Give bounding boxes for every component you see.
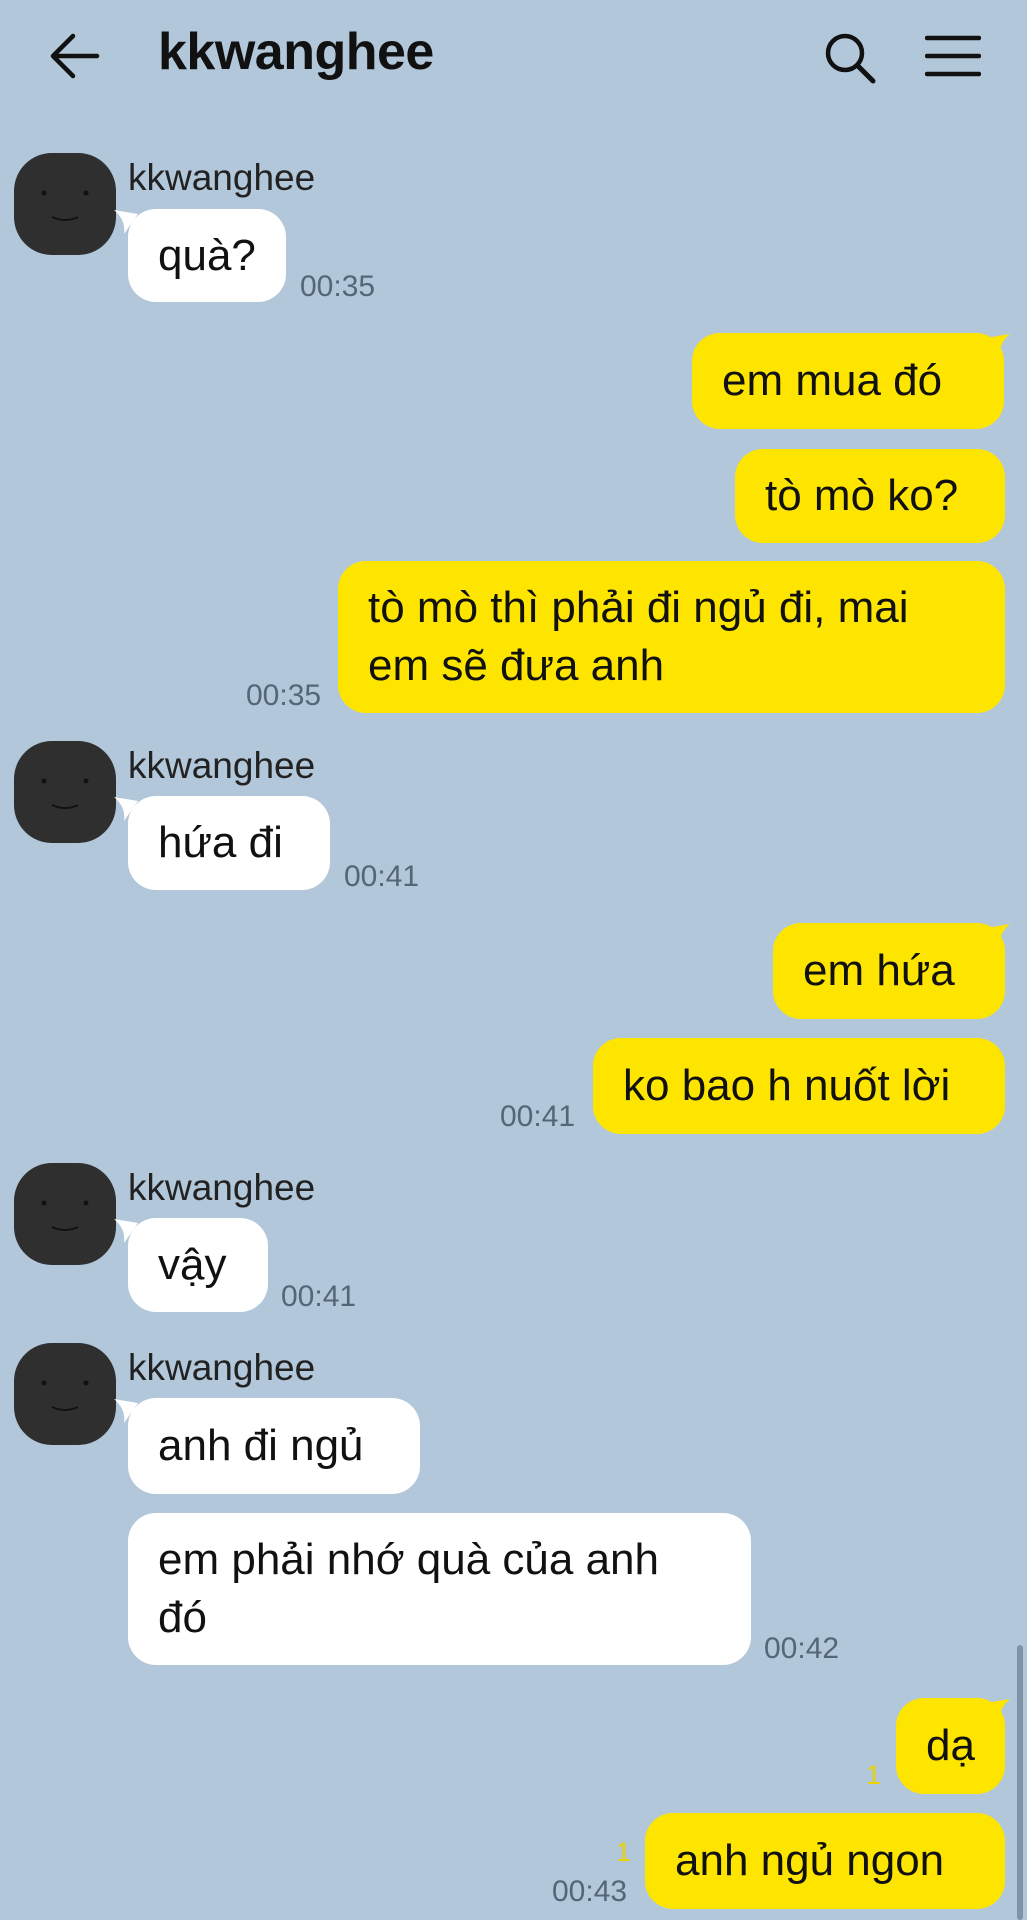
avatar[interactable] xyxy=(14,1163,116,1265)
incoming-message[interactable]: hứa đi xyxy=(128,796,330,890)
avatar[interactable] xyxy=(14,1343,116,1445)
outgoing-message[interactable]: tò mò thì phải đi ngủ đi, mai em sẽ đưa … xyxy=(338,561,1005,713)
message-time: 00:41 xyxy=(500,1100,576,1133)
message-line: em sẽ đưa anh xyxy=(368,641,665,690)
incoming-message[interactable]: quà? xyxy=(128,209,286,302)
outgoing-message[interactable]: ko bao h nuốt lời xyxy=(593,1038,1005,1134)
sender-name: kkwanghee xyxy=(128,745,316,786)
message-time: 00:41 xyxy=(281,1280,357,1313)
outgoing-message[interactable]: anh ngủ ngon xyxy=(645,1813,1005,1909)
search-icon[interactable] xyxy=(822,30,878,86)
unread-count: 1 xyxy=(866,1760,882,1790)
incoming-message[interactable]: vậy xyxy=(128,1218,268,1312)
avatar[interactable] xyxy=(14,741,116,843)
message-time: 00:43 xyxy=(552,1875,628,1908)
incoming-message[interactable]: em phải nhớ quà của anh đó xyxy=(128,1513,751,1665)
message-line: em phải nhớ quà của anh xyxy=(158,1535,659,1584)
arrow-left-icon[interactable] xyxy=(45,30,105,82)
message-time: 00:35 xyxy=(246,679,322,712)
message-line: tò mò thì phải đi ngủ đi, mai xyxy=(368,583,909,632)
outgoing-message[interactable]: tò mò ko? xyxy=(735,449,1005,543)
outgoing-message[interactable]: em hứa xyxy=(773,923,1005,1019)
outgoing-message[interactable]: dạ xyxy=(896,1698,1005,1794)
unread-count: 1 xyxy=(616,1837,632,1867)
scrollbar[interactable] xyxy=(1017,1645,1023,1920)
sender-name: kkwanghee xyxy=(128,1347,316,1388)
sender-name: kkwanghee xyxy=(128,1167,316,1208)
sender-name: kkwanghee xyxy=(128,157,316,198)
message-line: đó xyxy=(158,1593,207,1642)
hamburger-menu-icon[interactable] xyxy=(925,34,981,78)
message-time: 00:35 xyxy=(300,270,376,303)
message-time: 00:42 xyxy=(764,1632,840,1665)
chat-title: kkwanghee xyxy=(158,23,434,81)
chat-header: kkwanghee xyxy=(0,0,1027,120)
incoming-message[interactable]: anh đi ngủ xyxy=(128,1398,420,1494)
message-time: 00:41 xyxy=(344,860,420,893)
avatar[interactable] xyxy=(14,153,116,255)
outgoing-message[interactable]: em mua đó xyxy=(692,333,1004,429)
